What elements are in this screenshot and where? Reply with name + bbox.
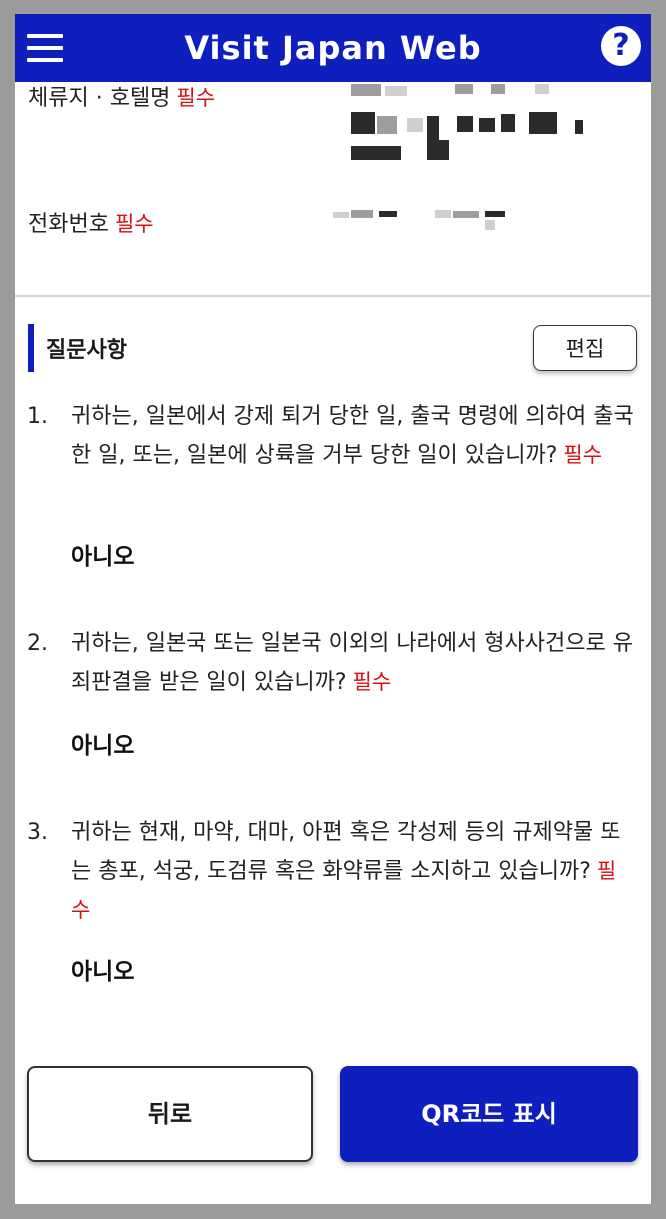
question-text: 귀하는, 일본국 또는 일본국 이외의 나라에서 형사사건으로 유죄판결을 받은… bbox=[71, 625, 635, 702]
help-icon[interactable]: ? bbox=[601, 26, 641, 66]
question-body: 귀하는, 일본에서 강제 퇴거 당한 일, 출국 명령에 의하여 출국한 일, … bbox=[71, 404, 634, 468]
main-content: 체류지 · 호텔명 필수 전화번호 필수 질문사항 편집 1. 귀하는, 일본에… bbox=[15, 82, 651, 1204]
question-number: 3. bbox=[27, 820, 48, 845]
hotel-field-label: 체류지 · 호텔명 필수 bbox=[28, 82, 215, 112]
answer-1: 아니오 bbox=[71, 544, 135, 570]
status-frame bbox=[0, 0, 666, 14]
question-text: 귀하는, 일본에서 강제 퇴거 당한 일, 출국 명령에 의하여 출국한 일, … bbox=[71, 398, 635, 475]
required-badge: 필수 bbox=[114, 212, 154, 236]
field-label: 전화번호 bbox=[28, 212, 109, 237]
question-text: 귀하는 현재, 마약, 대마, 아편 혹은 각성제 등의 규제약물 또는 총포,… bbox=[71, 814, 635, 930]
required-badge: 필수 bbox=[352, 670, 392, 694]
menu-line bbox=[27, 58, 63, 62]
menu-icon[interactable] bbox=[21, 24, 69, 72]
question-number: 1. bbox=[27, 404, 48, 429]
back-button[interactable]: 뒤로 bbox=[27, 1066, 313, 1162]
section-accent-bar bbox=[28, 324, 34, 372]
question-3: 3. 귀하는 현재, 마약, 대마, 아편 혹은 각성제 등의 규제약물 또는 … bbox=[27, 814, 635, 930]
question-number: 2. bbox=[27, 631, 48, 656]
menu-line bbox=[27, 34, 63, 38]
required-badge: 필수 bbox=[563, 443, 603, 467]
required-badge: 필수 bbox=[176, 86, 216, 110]
section-divider bbox=[15, 295, 651, 297]
question-2: 2. 귀하는, 일본국 또는 일본국 이외의 나라에서 형사사건으로 유죄판결을… bbox=[27, 625, 635, 702]
answer-3: 아니오 bbox=[71, 959, 135, 985]
edit-button[interactable]: 편집 bbox=[533, 325, 637, 371]
phone-field-label: 전화번호 필수 bbox=[28, 206, 154, 238]
field-label: 체류지 · 호텔명 bbox=[28, 86, 171, 111]
app-header: Visit Japan Web ? bbox=[15, 14, 651, 82]
questions-section-header: 질문사항 bbox=[28, 324, 127, 372]
answer-2: 아니오 bbox=[71, 733, 135, 759]
question-1: 1. 귀하는, 일본에서 강제 퇴거 당한 일, 출국 명령에 의하여 출국한 … bbox=[27, 398, 635, 475]
app-title: Visit Japan Web bbox=[184, 29, 482, 67]
section-title: 질문사항 bbox=[46, 338, 127, 363]
show-qr-code-button[interactable]: QR코드 표시 bbox=[340, 1066, 638, 1162]
question-body: 귀하는, 일본국 또는 일본국 이외의 나라에서 형사사건으로 유죄판결을 받은… bbox=[71, 631, 633, 695]
menu-line bbox=[27, 46, 63, 50]
question-body: 귀하는 현재, 마약, 대마, 아편 혹은 각성제 등의 규제약물 또는 총포,… bbox=[71, 820, 621, 884]
